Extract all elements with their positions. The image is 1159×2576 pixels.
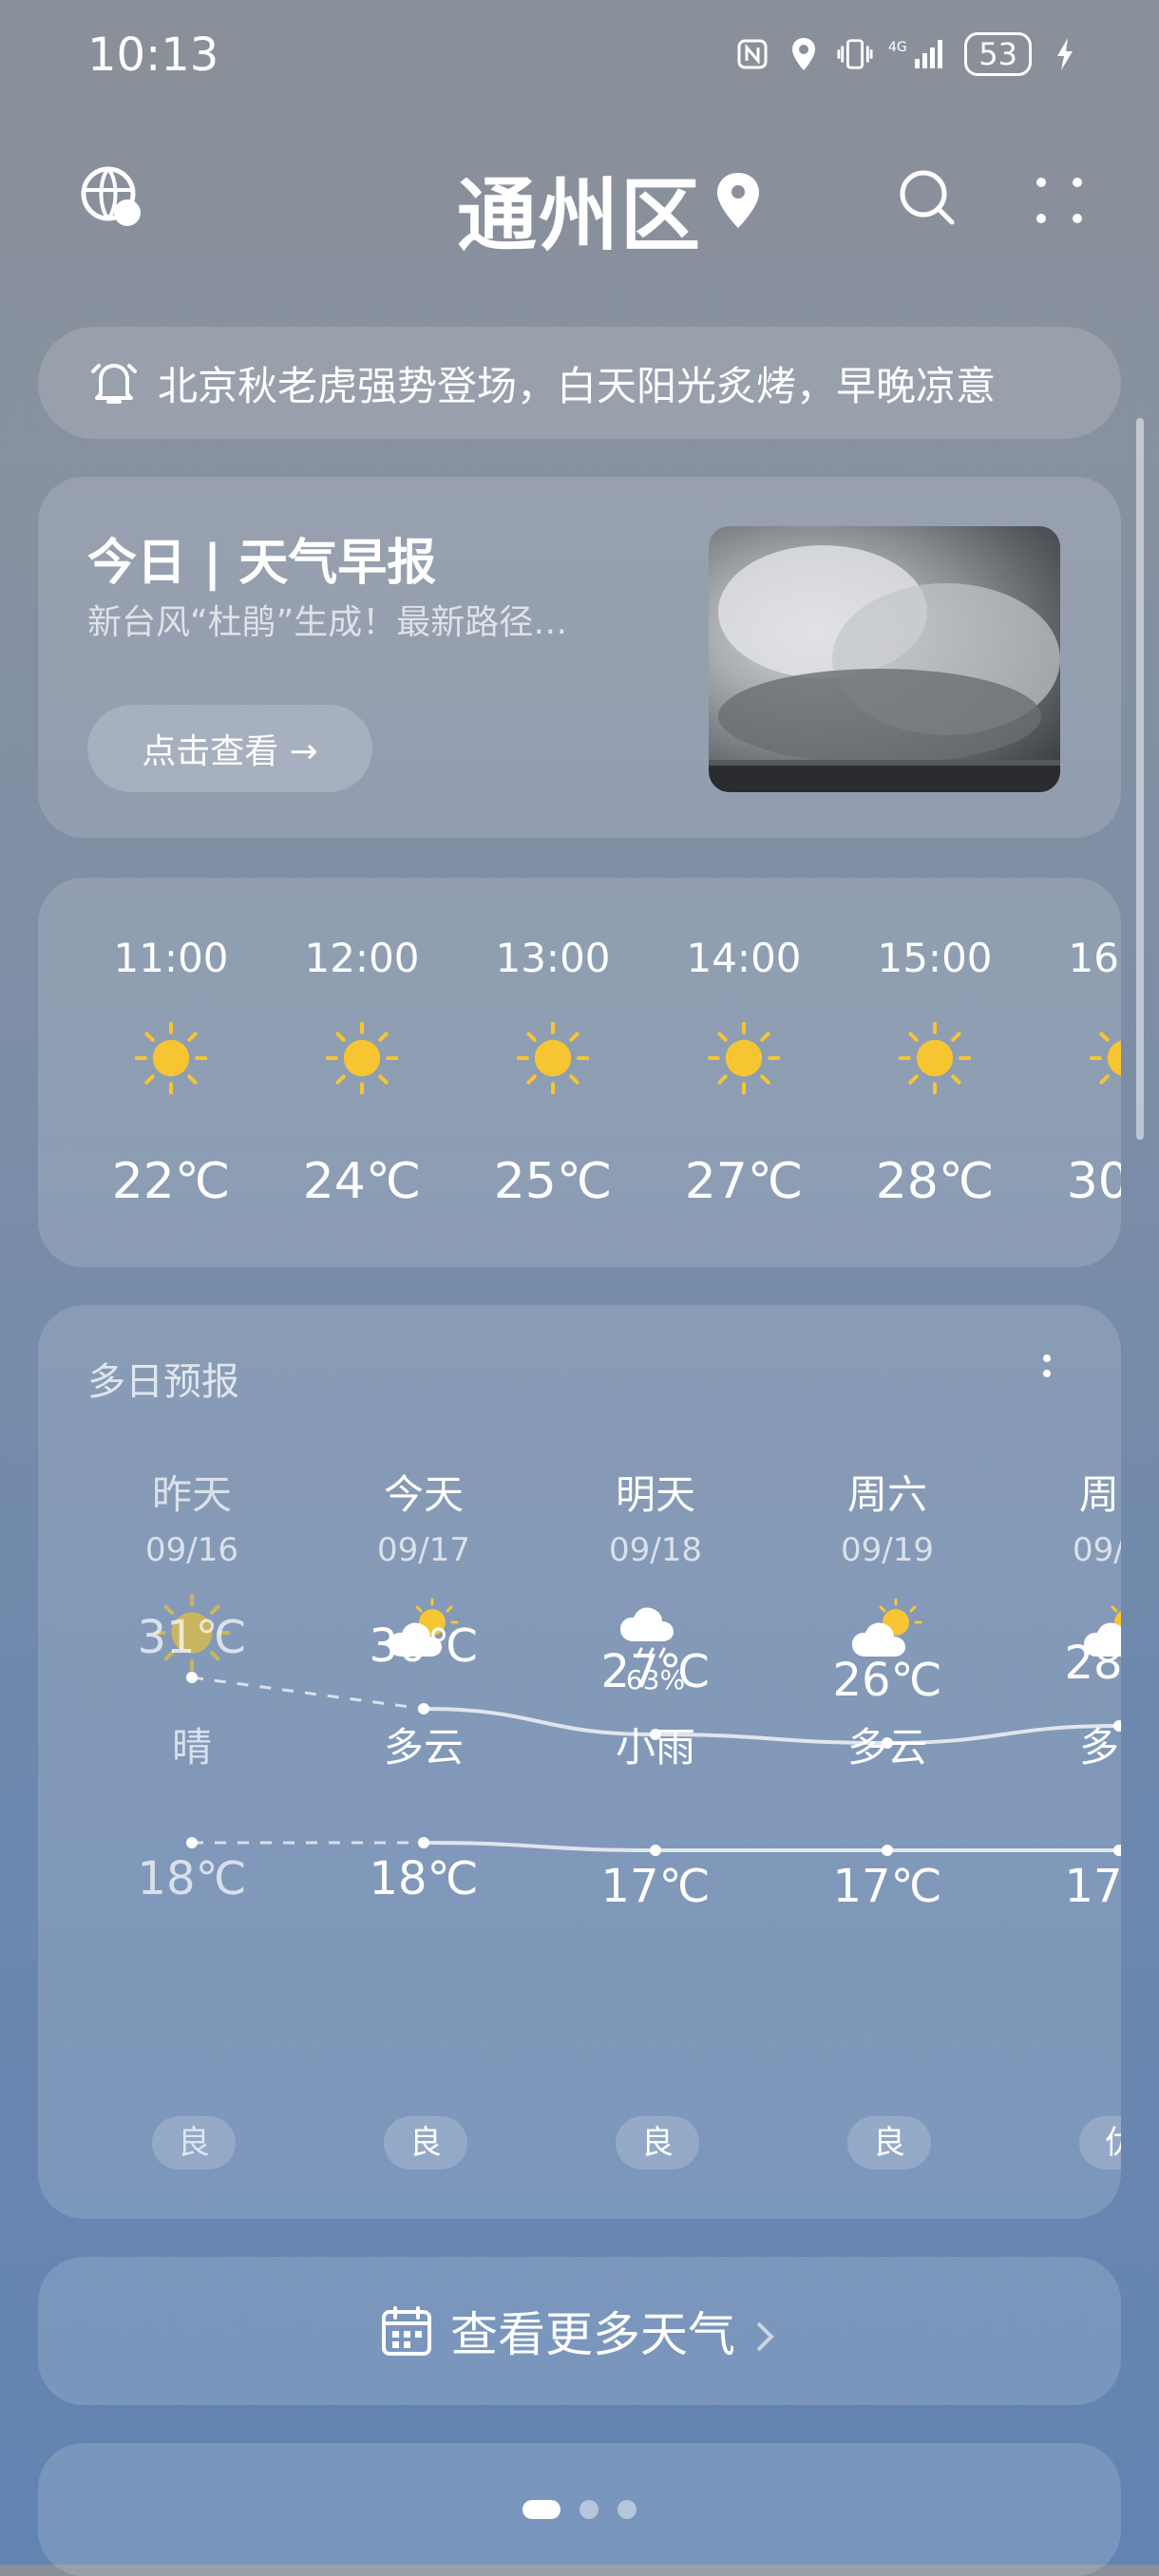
bell-icon [87,356,141,409]
multi-day-forecast[interactable]: 多日预报 昨天 09/16 晴 31℃ 18℃ 良今天 09/17 多云 30℃… [38,1305,1121,2219]
day-high-temp: 26℃ [832,1654,942,1707]
hour-temp: 27℃ [684,1153,804,1210]
day-high-temp: 28℃ [1064,1637,1122,1690]
day-name: 周六 [846,1471,927,1518]
status-bar: 10:13 4G 53 [0,0,1159,114]
day-date: 09/17 [377,1531,470,1569]
day-high-temp: 27℃ [600,1645,711,1698]
page-dot[interactable] [618,2500,636,2519]
report-subtitle: 新台风“杜鹃”生成！最新路径… [87,603,568,642]
more-weather-button[interactable]: 查看更多天气 [38,2257,1121,2405]
hour-time: 14:00 [686,935,802,981]
sun-icon [897,1020,973,1096]
charging-icon [1047,36,1083,72]
low-temp-line [423,1841,1121,1854]
location-title[interactable]: 通州区 [0,152,1159,267]
more-weather-label: 查看更多天气 [450,2307,735,2362]
day-condition: 多云 [383,1724,464,1771]
day-high-temp: 31℃ [137,1611,247,1664]
weather-alert-banner[interactable]: 北京秋老虎强势登场，白天阳光炙烤，早晚凉意 [38,327,1121,439]
day-name: 周日 [1078,1471,1121,1518]
network-type-label: 4G [888,40,907,55]
weather-report-card[interactable]: 今日 | 天气早报 新台风“杜鹃”生成！最新路径… 点击查看 → [38,477,1121,838]
hour-time: 13:00 [495,935,611,981]
sun-icon [133,1020,209,1096]
high-temp-past-segment [191,1676,425,1711]
report-title: 今日 | 天气早报 [87,535,437,592]
day-low-temp: 17℃ [1064,1860,1122,1913]
typhoon-waves-image[interactable] [709,526,1060,792]
day-condition: 多云 [1078,1724,1121,1771]
hour-time: 16:00 [1068,935,1121,981]
hour-temp: 24℃ [302,1153,422,1210]
view-report-button[interactable]: 点击查看 → [87,705,372,792]
alert-text: 北京秋老虎强势登场，白天阳光炙烤，早晚凉意 [158,362,997,409]
battery-level: 53 [964,32,1032,76]
page-indicator [0,2500,1159,2519]
status-time: 10:13 [87,28,219,82]
vibrate-icon [837,36,873,72]
sun-icon [706,1020,782,1096]
air-quality-badge: 良 [152,2116,236,2169]
day-date: 09/20 [1073,1531,1121,1569]
air-quality-badge: 良 [384,2116,467,2169]
search-icon[interactable] [895,165,961,232]
low-temp-point [650,1845,661,1856]
hour-time: 12:00 [304,935,420,981]
chevron-right-icon [750,2312,779,2352]
air-quality-badge: 良 [616,2116,699,2169]
hour-temp: 30℃ [1066,1153,1121,1210]
location-pin-icon [714,171,762,230]
day-low-temp: 18℃ [137,1852,247,1905]
day-condition: 晴 [171,1724,212,1771]
status-icons: 4G 53 [734,32,1083,76]
day-low-temp: 17℃ [832,1860,942,1913]
hourly-forecast[interactable]: 11:00 22℃ 12:00 24℃ 13:00 25℃ 14:00 27℃ 15:0… [38,878,1121,1267]
page-dot-active[interactable] [522,2500,560,2519]
page-dot[interactable] [580,2500,598,2519]
high-temp-line [423,1707,1121,1746]
air-quality-badge: 良 [847,2116,931,2169]
day-name: 明天 [615,1471,695,1518]
more-options-icon[interactable] [1034,175,1085,226]
day-high-temp: 30℃ [369,1619,479,1673]
hour-temp: 22℃ [111,1153,231,1210]
low-temp-point [882,1845,893,1856]
nfc-icon [734,36,770,72]
low-temp-point [418,1837,429,1848]
hour-time: 11:00 [113,935,229,981]
day-condition: 小雨 [615,1724,695,1771]
calendar-icon [380,2304,433,2358]
day-low-temp: 17℃ [600,1860,711,1913]
sun-icon [324,1020,400,1096]
low-temp-point [1113,1845,1121,1856]
hour-temp: 25℃ [493,1153,613,1210]
location-status-icon [786,36,822,72]
low-temp-point [186,1837,198,1848]
day-date: 09/16 [145,1531,238,1569]
day-name: 昨天 [151,1471,232,1518]
day-low-temp: 18℃ [369,1852,479,1905]
scrollbar[interactable] [1136,418,1144,1140]
sun-icon [515,1020,591,1096]
sun-icon [1088,1020,1121,1096]
day-name: 今天 [383,1471,464,1518]
hour-time: 15:00 [877,935,993,981]
day-date: 09/19 [841,1531,934,1569]
hour-temp: 28℃ [875,1153,995,1210]
signal-icon: 4G [888,36,949,72]
day-date: 09/18 [609,1531,702,1569]
header: 通州区 [0,142,1159,262]
day-condition: 多云 [846,1724,927,1771]
high-temp-point [418,1703,429,1714]
